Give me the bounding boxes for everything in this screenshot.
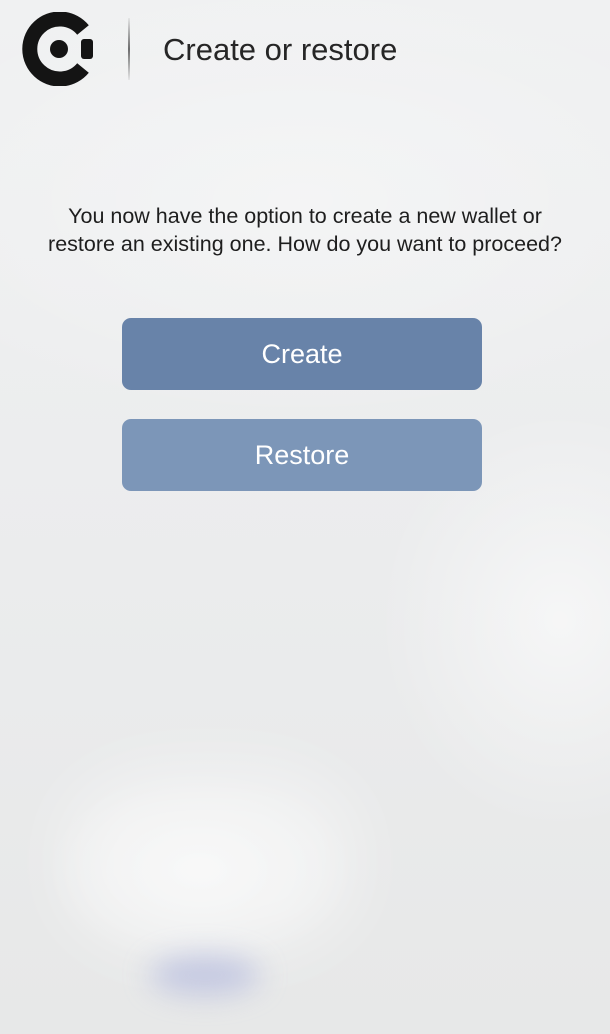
restore-button-label: Restore: [254, 439, 350, 470]
background-blur-highlight: [60, 760, 360, 960]
description-line-1: You now have the option to create a new …: [68, 204, 542, 228]
description-text: You now have the option to create a new …: [0, 202, 610, 258]
app-logo-icon: [22, 12, 93, 86]
background-blur-accent: [150, 955, 260, 995]
restore-button[interactable]: Restore: [122, 419, 482, 491]
header-divider: [128, 18, 130, 80]
page-title: Create or restore: [163, 32, 398, 67]
header: Create or restore: [0, 0, 610, 100]
create-button[interactable]: Create: [122, 318, 482, 390]
create-button-label: Create: [261, 338, 343, 369]
description-line-2: restore an existing one. How do you want…: [48, 232, 562, 256]
